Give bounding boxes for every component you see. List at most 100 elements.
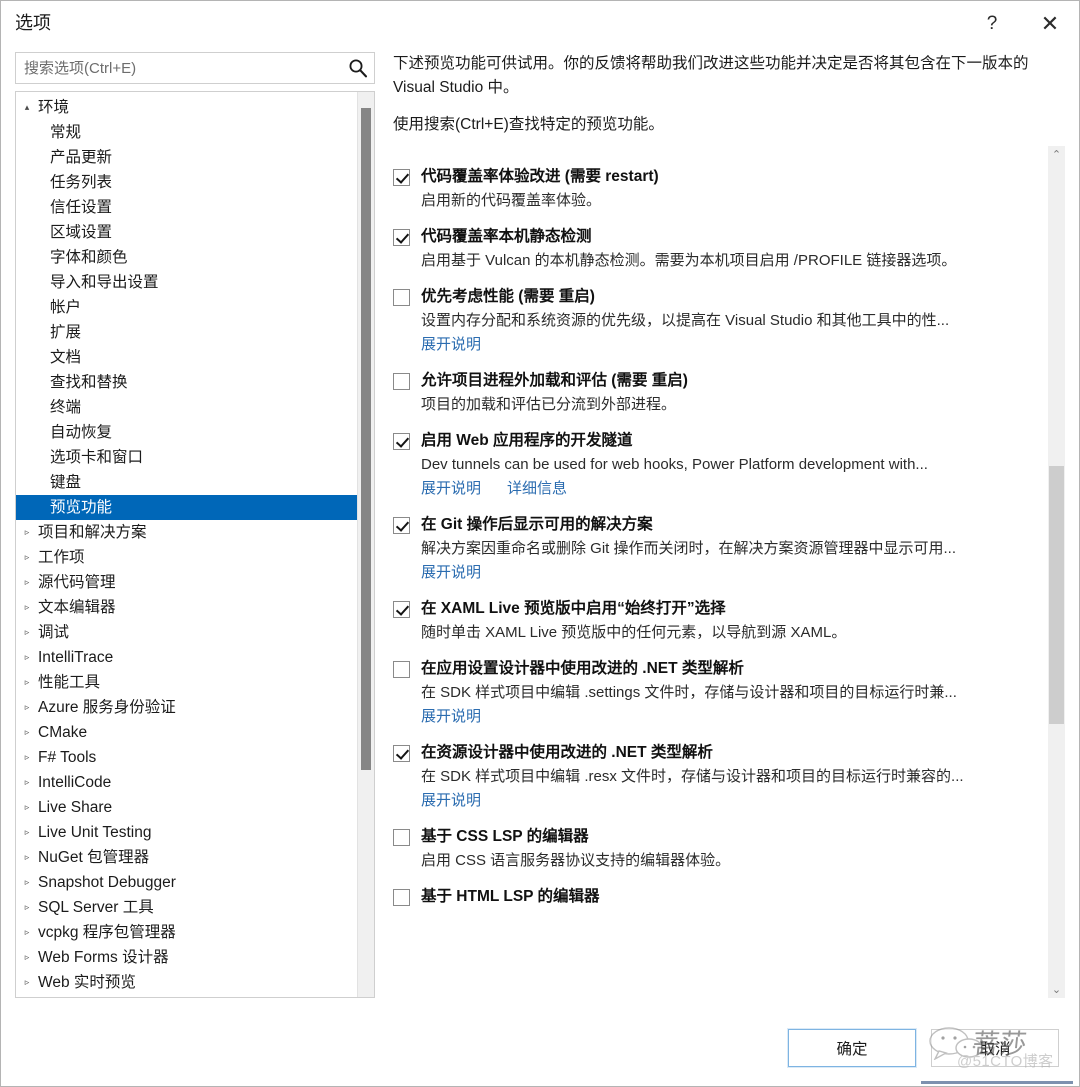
sidebar-item[interactable]: ▹ NuGet 包管理器 (16, 845, 357, 870)
feature-title: 在资源设计器中使用改进的 .NET 类型解析 (421, 744, 713, 762)
feature-checkbox[interactable] (393, 601, 410, 619)
sidebar-item[interactable]: 扩展 (16, 320, 357, 345)
feature-checkbox[interactable] (393, 829, 410, 847)
sidebar-item[interactable]: ▹Web 性能测试工具 (16, 995, 357, 997)
feature-item: 代码覆盖率体验改进 (需要 restart) 启用新的代码覆盖率体验。 (393, 166, 1031, 212)
sidebar-item[interactable]: ▹ 调试 (16, 620, 357, 645)
feature-body: 在应用设置设计器中使用改进的 .NET 类型解析在 SDK 样式项目中编辑 .s… (421, 658, 1031, 728)
feature-description: 启用基于 Vulcan 的本机静态检测。需要为本机项目启用 /PROFILE 链… (421, 252, 957, 270)
sidebar-item[interactable]: ▹ IntelliTrace (16, 645, 357, 670)
chevron-right-icon[interactable]: ▹ (16, 745, 38, 770)
sidebar-item[interactable]: ▹ IntelliCode (16, 770, 357, 795)
chevron-right-icon[interactable]: ▹ (16, 870, 38, 895)
scroll-down-icon[interactable]: ⌄ (1048, 981, 1065, 998)
chevron-right-icon[interactable]: ▹ (16, 670, 38, 695)
feature-description: 设置内存分配和系统资源的优先级，以提高在 Visual Studio 和其他工具… (421, 312, 950, 330)
expand-description-link[interactable]: 展开说明 (421, 333, 481, 356)
sidebar-item[interactable]: ▹ Web 实时预览 (16, 970, 357, 995)
sidebar-item[interactable]: ▹ Live Unit Testing (16, 820, 357, 845)
chevron-right-icon[interactable]: ▹ (16, 945, 38, 970)
feature-checkbox[interactable] (393, 661, 410, 679)
sidebar-item[interactable]: ▹ SQL Server 工具 (16, 895, 357, 920)
sidebar-item[interactable]: 信任设置 (16, 195, 357, 220)
help-button[interactable]: ? (963, 1, 1021, 46)
chevron-right-icon[interactable]: ▹ (16, 645, 38, 670)
chevron-right-icon[interactable]: ▹ (16, 595, 38, 620)
sidebar-item[interactable]: 帐户 (16, 295, 357, 320)
chevron-right-icon[interactable]: ▹ (16, 995, 38, 997)
chevron-right-icon[interactable]: ▹ (16, 770, 38, 795)
sidebar-item[interactable]: ▹ 性能工具 (16, 670, 357, 695)
feature-list-scrollbar-thumb[interactable] (1049, 466, 1064, 725)
search-box (15, 52, 375, 84)
sidebar-item-label: 键盘 (50, 474, 82, 491)
sidebar-item-label: 环境 (38, 99, 70, 116)
sidebar-item[interactable]: 导入和导出设置 (16, 270, 357, 295)
feature-checkbox[interactable] (393, 889, 410, 907)
sidebar-item[interactable]: 区域设置 (16, 220, 357, 245)
sidebar-item[interactable]: 预览功能 (16, 495, 357, 520)
sidebar-item[interactable]: ▹ F# Tools (16, 745, 357, 770)
close-icon[interactable]: ✕ (1021, 1, 1079, 46)
more-info-link[interactable]: 详细信息 (507, 477, 567, 500)
feature-checkbox[interactable] (393, 373, 410, 391)
search-input[interactable] (15, 52, 375, 84)
feature-checkbox[interactable] (393, 169, 410, 187)
feature-links: 展开说明 (421, 789, 1031, 812)
cancel-button[interactable]: 取消 (931, 1029, 1059, 1067)
sidebar-item[interactable]: 产品更新 (16, 145, 357, 170)
sidebar-scrollbar-thumb[interactable] (361, 108, 371, 770)
chevron-right-icon[interactable]: ▹ (16, 520, 38, 545)
sidebar-item[interactable]: ▹ 文本编辑器 (16, 595, 357, 620)
sidebar-item-label: 任务列表 (50, 174, 113, 191)
chevron-right-icon[interactable]: ▹ (16, 895, 38, 920)
feature-checkbox[interactable] (393, 229, 410, 247)
sidebar-item[interactable]: ▹ Web Forms 设计器 (16, 945, 357, 970)
sidebar-item[interactable]: ▹ 项目和解决方案 (16, 520, 357, 545)
chevron-down-icon[interactable]: ▴ (16, 95, 38, 120)
sidebar-item[interactable]: ▹ CMake (16, 720, 357, 745)
sidebar-item[interactable]: ▹ 工作项 (16, 545, 357, 570)
chevron-right-icon[interactable]: ▹ (16, 720, 38, 745)
expand-description-link[interactable]: 展开说明 (421, 789, 481, 812)
feature-item: 允许在支持语言中使用丰富代码导航功能。 (393, 146, 1031, 150)
chevron-right-icon[interactable]: ▹ (16, 920, 38, 945)
expand-description-link[interactable]: 展开说明 (421, 561, 481, 584)
sidebar-item[interactable]: 字体和颜色 (16, 245, 357, 270)
feature-list-scrollbar[interactable]: ⌃ ⌄ (1048, 146, 1065, 998)
sidebar-item-label: 工作项 (38, 549, 85, 566)
sidebar-item[interactable]: ▹ Azure 服务身份验证 (16, 695, 357, 720)
feature-checkbox[interactable] (393, 745, 410, 763)
scroll-up-icon[interactable]: ⌃ (1048, 146, 1065, 163)
sidebar-item[interactable]: ▹ 源代码管理 (16, 570, 357, 595)
chevron-right-icon[interactable]: ▹ (16, 970, 38, 995)
chevron-right-icon[interactable]: ▹ (16, 795, 38, 820)
sidebar-item[interactable]: 常规 (16, 120, 357, 145)
sidebar-item[interactable]: 任务列表 (16, 170, 357, 195)
sidebar-item[interactable]: ▴ 环境 (16, 95, 357, 120)
expand-description-link[interactable]: 展开说明 (421, 705, 481, 728)
sidebar-item[interactable]: ▹ Live Share (16, 795, 357, 820)
feature-checkbox[interactable] (393, 517, 410, 535)
chevron-right-icon[interactable]: ▹ (16, 695, 38, 720)
chevron-right-icon[interactable]: ▹ (16, 820, 38, 845)
chevron-right-icon[interactable]: ▹ (16, 620, 38, 645)
chevron-right-icon[interactable]: ▹ (16, 570, 38, 595)
sidebar-item[interactable]: 选项卡和窗口 (16, 445, 357, 470)
feature-checkbox[interactable] (393, 433, 410, 451)
ok-button[interactable]: 确定 (788, 1029, 916, 1067)
sidebar-item[interactable]: 键盘 (16, 470, 357, 495)
sidebar-item[interactable]: 自动恢复 (16, 420, 357, 445)
feature-list-container: 允许在支持语言中使用丰富代码导航功能。代码覆盖率体验改进 (需要 restart… (393, 146, 1065, 998)
sidebar-item[interactable]: ▹ vcpkg 程序包管理器 (16, 920, 357, 945)
sidebar-item-label: Live Unit Testing (38, 824, 152, 841)
sidebar-scrollbar[interactable] (357, 92, 374, 997)
chevron-right-icon[interactable]: ▹ (16, 845, 38, 870)
feature-checkbox[interactable] (393, 289, 410, 307)
chevron-right-icon[interactable]: ▹ (16, 545, 38, 570)
expand-description-link[interactable]: 展开说明 (421, 477, 481, 500)
sidebar-item[interactable]: ▹ Snapshot Debugger (16, 870, 357, 895)
sidebar-item[interactable]: 文档 (16, 345, 357, 370)
sidebar-item[interactable]: 终端 (16, 395, 357, 420)
sidebar-item[interactable]: 查找和替换 (16, 370, 357, 395)
